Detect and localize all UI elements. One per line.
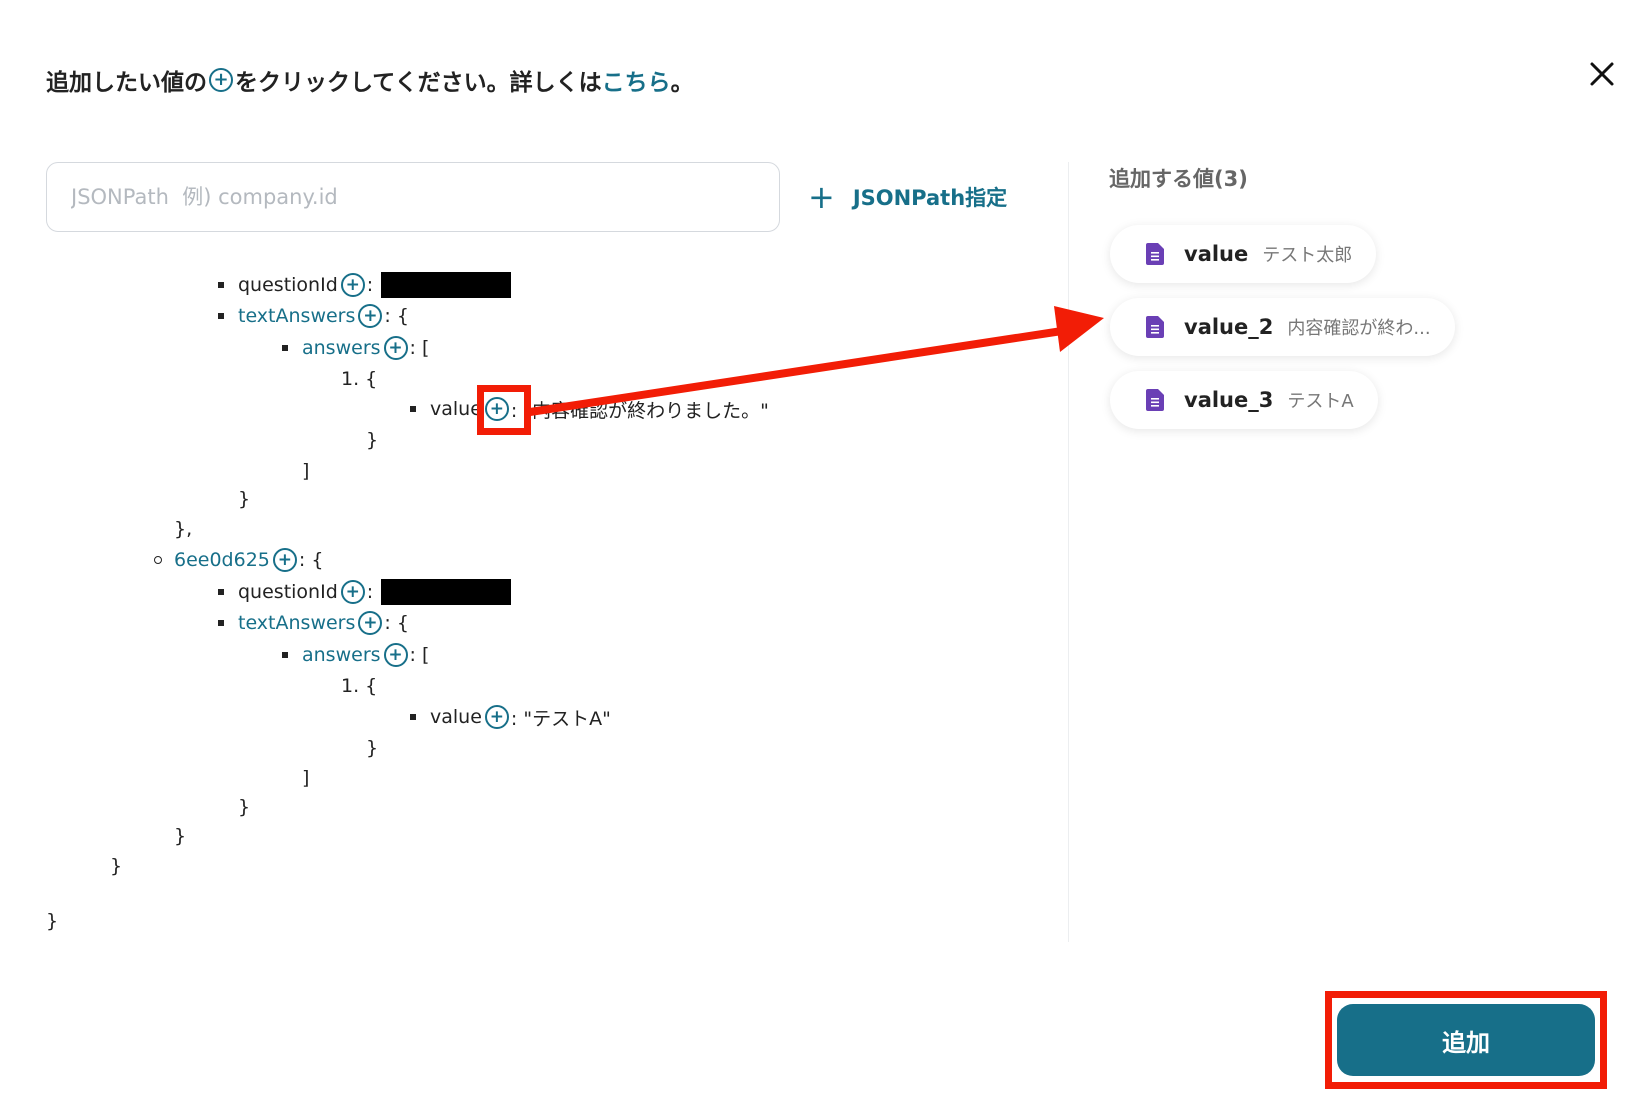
tree-punct: : [ bbox=[409, 337, 430, 359]
panel-divider bbox=[1068, 162, 1069, 942]
tree-row-questionid-2: questionId + : bbox=[218, 577, 512, 607]
bullet bbox=[410, 714, 416, 720]
tree-key[interactable]: answers bbox=[302, 337, 381, 359]
add-value-icon[interactable]: + bbox=[383, 643, 408, 667]
tree-value: : "テストA" bbox=[510, 707, 611, 730]
close-button[interactable] bbox=[1586, 58, 1618, 90]
tree-key[interactable]: textAnswers bbox=[238, 612, 355, 634]
tree-punct: } bbox=[366, 429, 379, 451]
bullet bbox=[218, 620, 224, 626]
tree-key: questionId bbox=[238, 274, 338, 296]
chip-value: 内容確認が終わ... bbox=[1287, 318, 1431, 339]
add-value-icon[interactable]: + bbox=[358, 611, 383, 635]
tree-punct: } bbox=[174, 825, 187, 847]
chip-value: テスト太郎 bbox=[1262, 245, 1353, 266]
tree-row-close-brace: } bbox=[366, 425, 378, 455]
google-forms-doc-icon bbox=[1146, 243, 1164, 265]
tree-punct: }, bbox=[174, 518, 193, 540]
tree-punct: : { bbox=[384, 305, 409, 327]
tree-punct: ] bbox=[302, 767, 310, 789]
redacted-value bbox=[381, 272, 512, 298]
tree-punct: } bbox=[366, 737, 379, 759]
chip-name: value_2 bbox=[1184, 315, 1274, 339]
json-tree: questionId + : textAnswers + : { answers… bbox=[0, 0, 1060, 1110]
google-forms-doc-icon bbox=[1146, 316, 1164, 338]
tree-key[interactable]: answers bbox=[302, 644, 381, 666]
add-value-icon[interactable]: + bbox=[272, 548, 297, 572]
tree-row-item-open-1: 1. { bbox=[341, 364, 377, 394]
tree-row-answers-2: answers + : [ bbox=[282, 640, 429, 670]
selected-values-title: 追加する値(3) bbox=[1109, 167, 1248, 191]
tree-row-close-bracket: ] bbox=[302, 456, 309, 486]
annotation-highlight-box bbox=[477, 385, 531, 435]
tree-punct: ] bbox=[302, 460, 310, 482]
tree-value: : "内容確認が終わりました。" bbox=[510, 399, 769, 422]
add-value-icon[interactable]: + bbox=[383, 336, 408, 360]
tree-row-close-brace: } bbox=[238, 792, 250, 822]
tree-row-value-2: value + : "テストA" bbox=[410, 702, 611, 732]
tree-punct: 1. { bbox=[341, 675, 378, 697]
selected-value-chip[interactable]: value_2 内容確認が終わ... bbox=[1110, 298, 1455, 356]
tree-punct: } bbox=[238, 796, 251, 818]
tree-punct: : { bbox=[384, 612, 409, 634]
tree-row-item-open-2: 1. { bbox=[341, 671, 377, 701]
bullet bbox=[154, 556, 162, 564]
bullet bbox=[218, 589, 224, 595]
tree-row-close-brace: } bbox=[238, 484, 250, 514]
selected-value-chip[interactable]: value_3 テストA bbox=[1110, 371, 1378, 429]
tree-colon: : bbox=[366, 581, 374, 603]
tree-key: value bbox=[430, 398, 482, 420]
tree-colon: : bbox=[366, 274, 374, 296]
bullet bbox=[218, 282, 224, 288]
tree-row-node2: 6ee0d625 + : { bbox=[154, 545, 323, 575]
tree-punct: } bbox=[238, 488, 251, 510]
close-icon bbox=[1590, 62, 1614, 86]
selected-value-chip[interactable]: value テスト太郎 bbox=[1110, 225, 1377, 283]
tree-row-close-brace: } bbox=[366, 733, 378, 763]
tree-row-textanswers-1: textAnswers + : { bbox=[218, 301, 409, 331]
tree-key: questionId bbox=[238, 581, 338, 603]
tree-row-close-brace: } bbox=[174, 821, 186, 851]
bullet bbox=[410, 406, 416, 412]
add-value-icon[interactable]: + bbox=[358, 304, 383, 328]
tree-row-close-brace-root: } bbox=[46, 906, 58, 936]
add-value-icon[interactable]: + bbox=[484, 705, 509, 729]
tree-punct: 1. { bbox=[341, 368, 378, 390]
chip-name: value bbox=[1184, 242, 1249, 266]
tree-punct: : { bbox=[298, 549, 324, 571]
tree-row-close-brace: } bbox=[110, 851, 122, 881]
tree-row-answers-1: answers + : [ bbox=[282, 333, 429, 363]
redacted-value bbox=[381, 579, 512, 605]
bullet bbox=[282, 345, 288, 351]
bullet bbox=[218, 313, 224, 319]
tree-row-close-bracket: ] bbox=[302, 763, 309, 793]
chip-name: value_3 bbox=[1184, 388, 1274, 412]
tree-key[interactable]: textAnswers bbox=[238, 305, 355, 327]
annotation-highlight-box bbox=[1325, 991, 1607, 1089]
tree-row-value-1: value + : "内容確認が終わりました。" bbox=[410, 394, 769, 424]
tree-row-questionid-1: questionId + : bbox=[218, 270, 512, 300]
arrow-head bbox=[1054, 306, 1104, 352]
bullet bbox=[282, 652, 288, 658]
tree-key: value bbox=[430, 706, 482, 728]
tree-row-close-brace-comma: }, bbox=[174, 514, 192, 544]
chip-value: テストA bbox=[1287, 391, 1354, 412]
add-value-icon[interactable]: + bbox=[340, 580, 365, 604]
tree-punct: : [ bbox=[409, 644, 430, 666]
add-value-icon[interactable]: + bbox=[340, 273, 365, 297]
google-forms-doc-icon bbox=[1146, 389, 1164, 411]
tree-punct: } bbox=[46, 910, 59, 932]
tree-key[interactable]: 6ee0d625 bbox=[174, 549, 270, 571]
tree-punct: } bbox=[110, 855, 123, 877]
tree-row-textanswers-2: textAnswers + : { bbox=[218, 608, 409, 638]
